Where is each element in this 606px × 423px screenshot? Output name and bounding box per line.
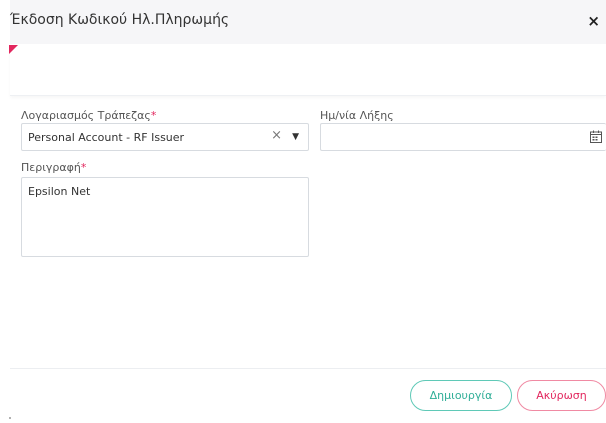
expiry-date-input[interactable] [320,123,606,151]
clear-selection-icon[interactable]: × [271,129,282,143]
bank-account-value: Personal Account - RF Issuer [28,131,185,144]
dialog-toolbar-band [10,48,606,96]
dialog-header: Έκδοση Κωδικού Ηλ.Πληρωμής × [10,0,606,44]
create-button[interactable]: Δημιουργία [410,380,512,411]
corner-flag-icon [9,45,18,54]
expiry-date-label: Ημ/νία Λήξης [320,109,394,122]
cancel-button[interactable]: Ακύρωση [517,380,606,411]
payment-code-dialog: Έκδοση Κωδικού Ηλ.Πληρωμής × Λογαριασμός… [0,0,606,423]
bank-account-label: Λογαριασμός Τράπεζας* [21,109,156,122]
description-label-text: Περιγραφή [21,161,81,174]
required-mark: * [80,161,87,174]
bank-account-label-text: Λογαριασμός Τράπεζας [21,109,151,122]
description-textarea[interactable]: Epsilon Net [21,177,309,257]
footer-divider [10,368,606,369]
decorative-dot [9,417,11,419]
chevron-down-icon[interactable]: ▼ [292,131,299,143]
calendar-icon[interactable] [590,130,602,143]
close-button[interactable]: × [587,11,600,31]
bank-account-select[interactable]: Personal Account - RF Issuer × ▼ [21,123,309,151]
dialog-title: Έκδοση Κωδικού Ηλ.Πληρωμής [10,12,230,28]
required-mark: * [150,109,157,122]
description-label: Περιγραφή* [21,161,86,174]
